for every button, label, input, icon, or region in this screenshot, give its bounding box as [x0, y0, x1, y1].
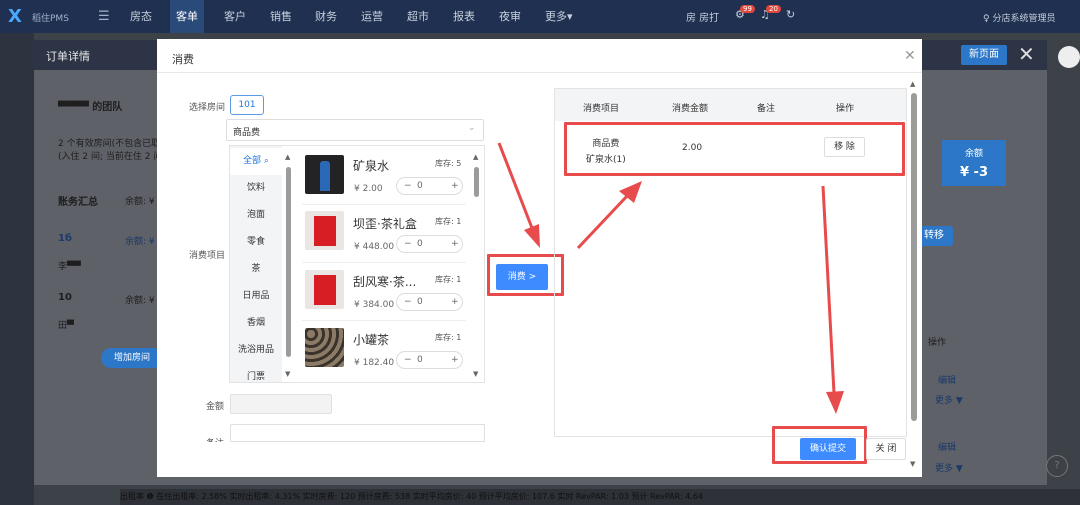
annotation-arrows [497, 142, 844, 414]
